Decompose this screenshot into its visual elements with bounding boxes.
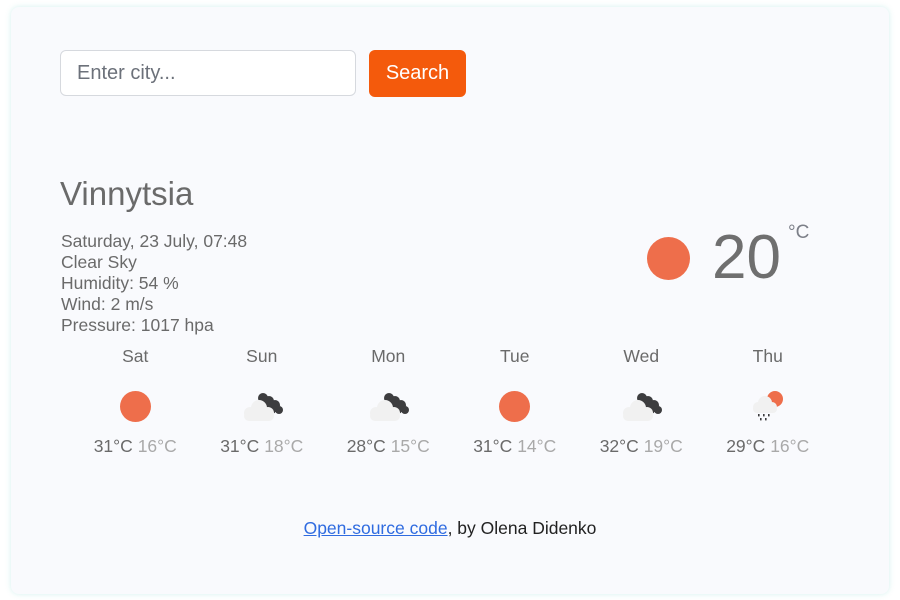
clear-sky-icon: [499, 390, 531, 422]
forecast-day-name: Thu: [752, 346, 783, 366]
current-wind: Wind: 2 m/s: [61, 294, 154, 314]
forecast-temps: 31°C 18°C: [199, 436, 326, 457]
forecast-max-temp: 28°C: [346, 436, 386, 456]
forecast-day-name: Tue: [499, 346, 530, 366]
forecast-day: Sat 31°C 16°C: [72, 345, 199, 457]
forecast-day-name: Sun: [246, 346, 278, 366]
footer-author: , by Olena Didenko: [447, 518, 597, 538]
forecast-temps: 31°C 14°C: [452, 436, 579, 457]
forecast-min-temp: 15°C: [390, 436, 430, 456]
broken-clouds-icon: [237, 389, 287, 423]
forecast-icon-slot: [72, 380, 199, 432]
forecast-max-temp: 32°C: [599, 436, 639, 456]
forecast-min-temp: 18°C: [264, 436, 304, 456]
forecast-day: Wed 32°C 19°C: [578, 345, 705, 457]
current-details: Saturday, 23 July, 07:48 Clear Sky Humid…: [61, 231, 247, 336]
forecast-temps: 28°C 15°C: [325, 436, 452, 457]
forecast-max-temp: 31°C: [93, 436, 133, 456]
clear-sky-icon: [119, 390, 151, 422]
broken-clouds-icon: [616, 389, 666, 423]
forecast-day: Sun 31°C 18°C: [199, 345, 326, 457]
current-temperature: 20: [712, 223, 781, 292]
city-name: Vinnytsia: [60, 175, 194, 212]
forecast-temps: 31°C 16°C: [72, 436, 199, 457]
forecast-max-temp: 29°C: [726, 436, 766, 456]
current-humidity: Humidity: 54 %: [61, 273, 179, 293]
forecast-icon-slot: [705, 380, 832, 432]
rain-sun-icon: [748, 388, 788, 424]
broken-clouds-icon: [363, 389, 413, 423]
current-datetime: Saturday, 23 July, 07:48: [61, 231, 248, 251]
forecast-list: Sat 31°C 16°C Sun 31°C 18°C Mon 28°C 15°…: [72, 345, 831, 457]
forecast-min-temp: 16°C: [770, 436, 810, 456]
forecast-day-name: Mon: [371, 346, 406, 366]
forecast-day: Mon 28°C 15°C: [325, 345, 452, 457]
forecast-icon-slot: [578, 380, 705, 432]
forecast-max-temp: 31°C: [220, 436, 260, 456]
search-form: Search: [60, 50, 466, 97]
forecast-icon-slot: [452, 380, 579, 432]
forecast-temps: 32°C 19°C: [578, 436, 705, 457]
forecast-day-name: Wed: [623, 346, 660, 366]
forecast-min-temp: 16°C: [137, 436, 177, 456]
forecast-min-temp: 19°C: [643, 436, 683, 456]
city-search-input[interactable]: [60, 50, 356, 96]
current-pressure: Pressure: 1017 hpa: [61, 315, 214, 335]
forecast-min-temp: 14°C: [517, 436, 557, 456]
current-description: Clear Sky: [61, 252, 137, 272]
temperature-unit: °C: [788, 222, 810, 243]
forecast-max-temp: 31°C: [473, 436, 513, 456]
clear-sky-icon: [647, 237, 690, 280]
forecast-temps: 29°C 16°C: [705, 436, 832, 457]
footer: Open-source code, by Olena Didenko: [0, 518, 900, 539]
forecast-icon-slot: [325, 380, 452, 432]
forecast-day: Thu 29°C 16°C: [705, 345, 832, 457]
forecast-day: Tue 31°C 14°C: [452, 345, 579, 457]
forecast-icon-slot: [199, 380, 326, 432]
forecast-day-name: Sat: [122, 346, 149, 366]
open-source-link[interactable]: Open-source code: [304, 518, 448, 538]
search-button[interactable]: Search: [369, 50, 466, 97]
